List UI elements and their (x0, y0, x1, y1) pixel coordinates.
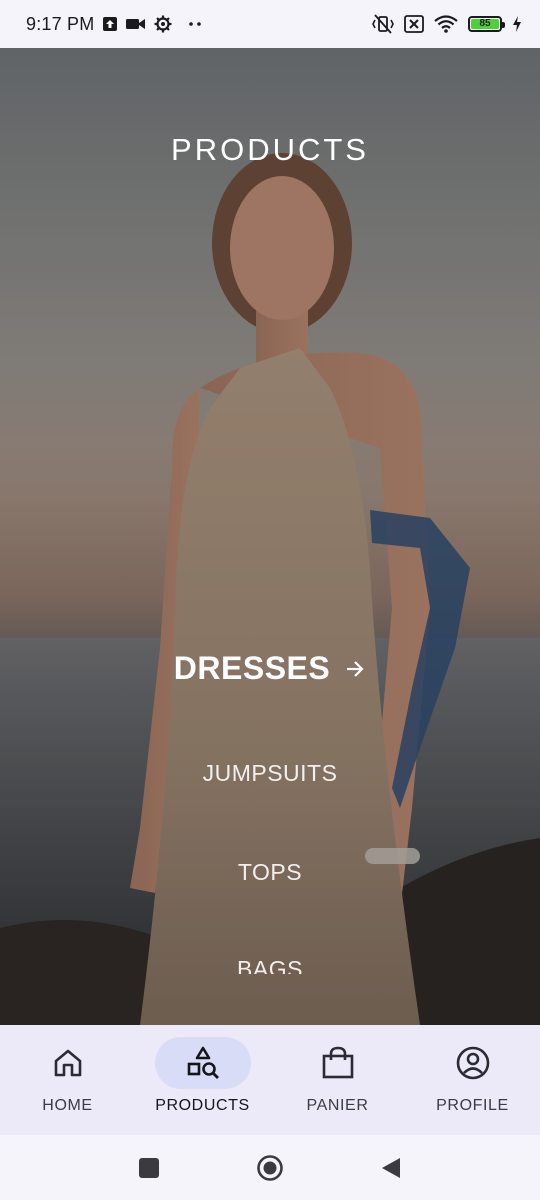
nav-pill (290, 1037, 386, 1089)
category-hero: PRODUCTS DRESSES JUMPSUITS TOPS BAGS (0, 48, 540, 1025)
arrow-right-icon (344, 658, 366, 680)
category-item-bags[interactable]: BAGS (0, 956, 540, 974)
profile-icon (455, 1045, 491, 1081)
products-search-icon (185, 1045, 221, 1081)
home-circle-icon[interactable] (256, 1154, 284, 1182)
page-title: PRODUCTS (171, 132, 369, 167)
status-time: 9:17 PM (26, 13, 95, 34)
wifi-icon (434, 15, 458, 33)
category-item-tops[interactable]: TOPS (0, 859, 540, 886)
vibrate-off-icon (372, 14, 394, 34)
charging-icon (512, 16, 522, 32)
nav-label-profile: PROFILE (436, 1097, 509, 1114)
video-camera-icon (126, 17, 146, 31)
nav-item-profile[interactable]: PROFILE (408, 1037, 538, 1115)
upload-notification-icon (102, 16, 118, 32)
category-label: TOPS (237, 859, 303, 885)
nav-item-panier[interactable]: PANIER (273, 1037, 403, 1115)
nav-pill (425, 1037, 521, 1089)
status-left: 9:17 PM (26, 14, 202, 35)
shopping-bag-icon (320, 1045, 356, 1081)
home-icon (52, 1047, 84, 1079)
category-label: JUMPSUITS (202, 760, 338, 786)
status-right: 85 (372, 14, 522, 34)
more-notifications-icon (188, 21, 202, 27)
category-item-dresses[interactable]: DRESSES (0, 650, 540, 687)
battery-icon: 85 (468, 16, 505, 32)
nav-label-products: PRODUCTS (155, 1097, 250, 1114)
nav-pill-active (154, 1037, 251, 1089)
settings-notification-icon (154, 15, 172, 33)
bottom-nav: HOME PRODUCTS PANIER PROFILE (0, 1025, 540, 1135)
nav-pill (20, 1037, 116, 1089)
battery-level: 85 (471, 19, 499, 29)
category-item-jumpsuits[interactable]: JUMPSUITS (0, 760, 540, 787)
nav-label-home: HOME (42, 1097, 93, 1114)
category-label-active: DRESSES (173, 650, 331, 686)
system-nav-bar (0, 1135, 540, 1200)
status-bar: 9:17 PM 85 (0, 0, 540, 48)
sim-off-icon (404, 15, 424, 33)
category-label: BAGS (237, 956, 303, 974)
nav-item-home[interactable]: HOME (3, 1037, 133, 1115)
nav-label-panier: PANIER (306, 1097, 369, 1114)
recents-square-icon[interactable] (138, 1157, 160, 1179)
nav-item-products[interactable]: PRODUCTS (138, 1037, 268, 1115)
back-triangle-icon[interactable] (380, 1156, 402, 1180)
